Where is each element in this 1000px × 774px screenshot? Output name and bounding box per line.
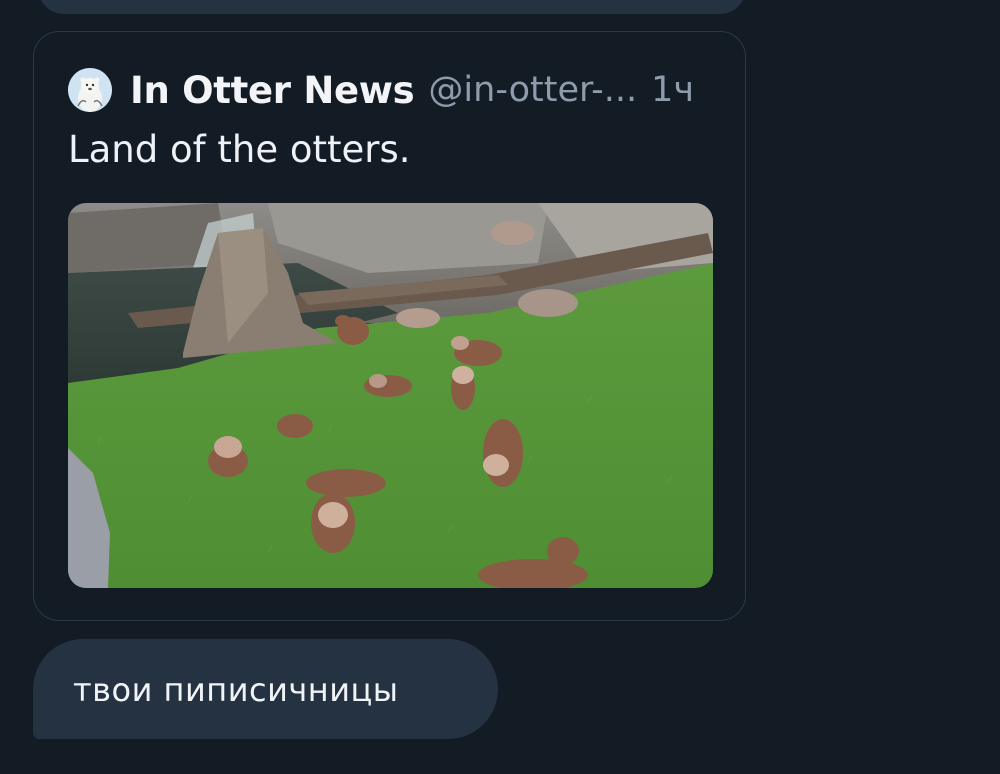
message-text: твои пиписичницы [73,671,399,709]
embedded-post-card[interactable]: In Otter News @in-otter-... 1ч Land of t… [33,31,746,621]
post-author-handle[interactable]: @in-otter-... [428,70,637,110]
otters-on-grass-photo[interactable] [68,203,713,588]
post-author-name[interactable]: In Otter News [130,69,415,112]
otter-avatar-icon[interactable] [68,68,112,112]
previous-message-bubble[interactable] [38,0,746,14]
message-bubble[interactable]: твои пиписичницы [33,639,498,739]
post-timestamp[interactable]: 1ч [651,70,694,110]
post-text: Land of the otters. [68,128,411,171]
post-header: In Otter News @in-otter-... 1ч [68,66,694,114]
